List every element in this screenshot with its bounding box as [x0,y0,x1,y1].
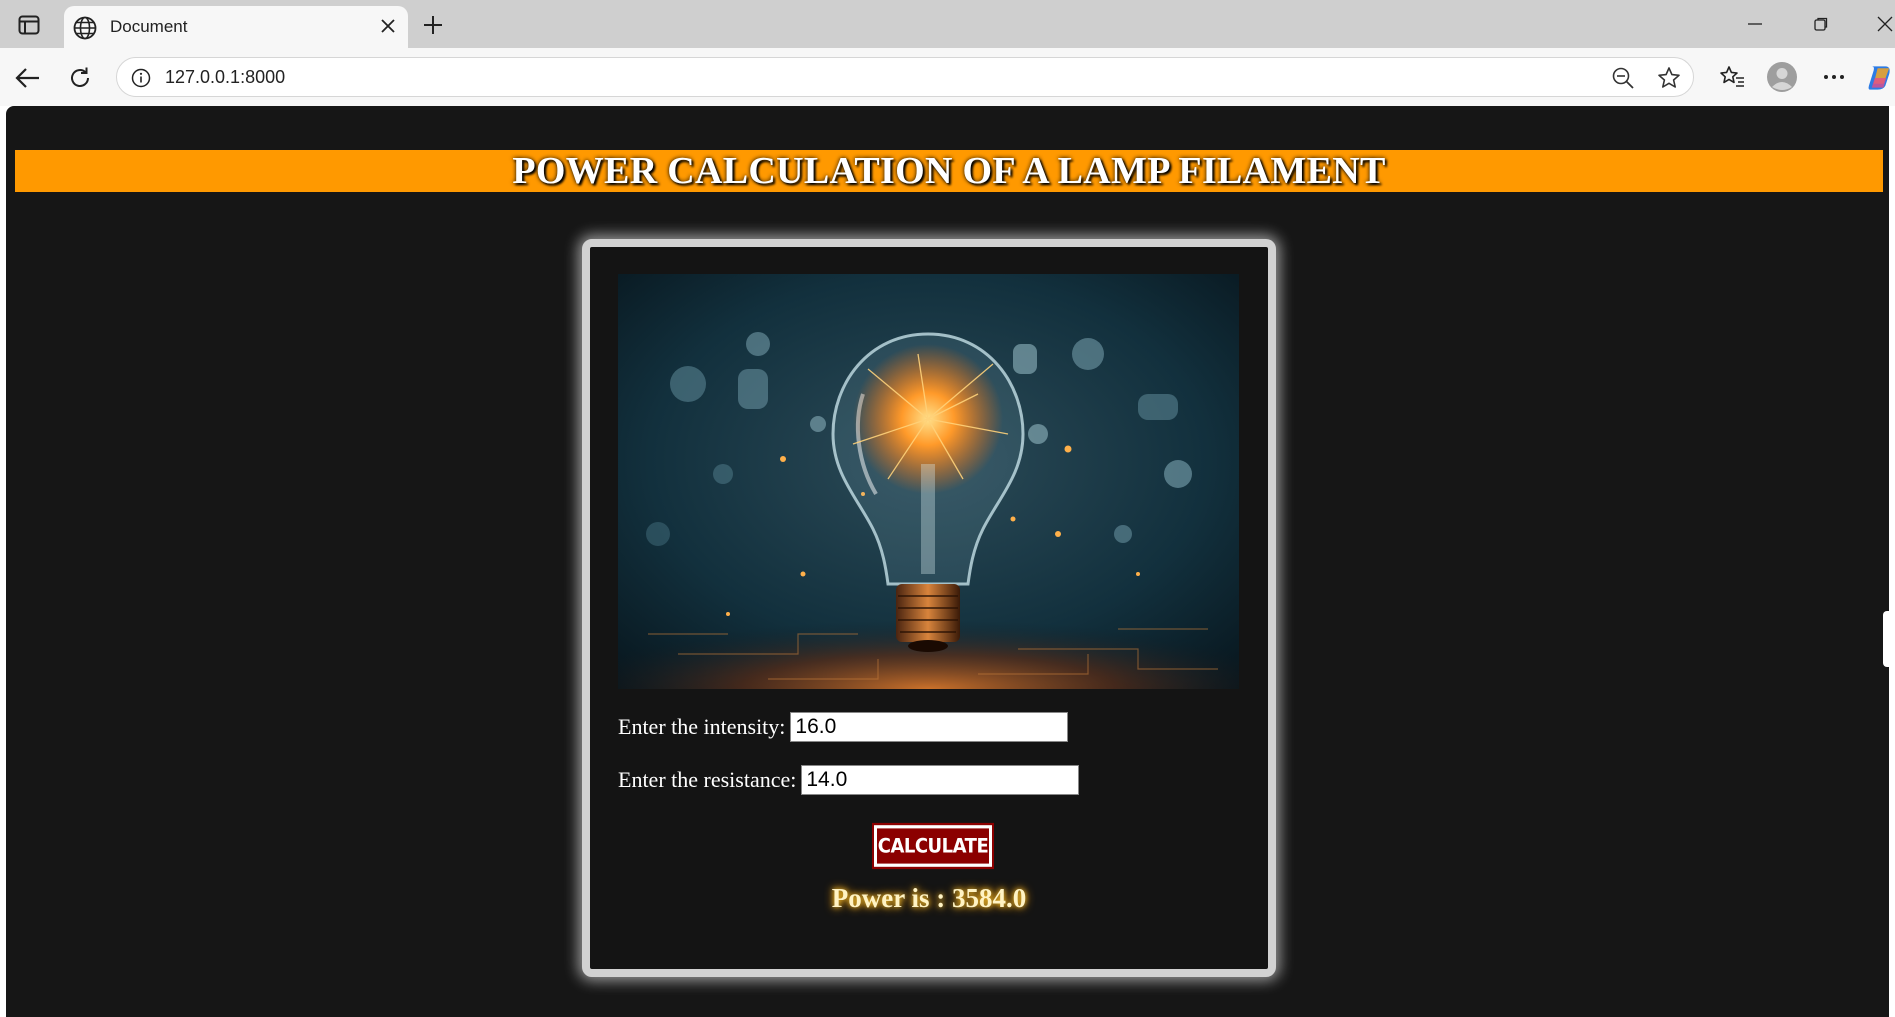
close-tab-icon[interactable] [378,16,398,36]
more-options-icon[interactable] [1816,60,1852,94]
side-panel-handle[interactable] [1883,611,1889,667]
power-result: Power is : 3584.0 [831,883,1027,913]
favorites-icon[interactable] [1714,60,1750,94]
intensity-row: Enter the intensity: [618,712,1069,742]
minimize-icon[interactable] [1740,10,1770,38]
close-window-icon[interactable] [1870,10,1895,38]
intensity-label: Enter the intensity: [618,714,786,739]
light-bulb-image [618,274,1239,689]
tab-title: Document [110,17,188,36]
url-text[interactable]: 127.0.0.1:8000 [165,67,285,88]
calculator-card: Enter the intensity: Enter the resistanc… [582,239,1276,977]
restore-icon[interactable] [1806,10,1836,38]
profile-avatar-icon[interactable] [1764,60,1800,94]
zoom-out-icon[interactable] [1611,66,1635,95]
calculate-button[interactable]: CALCULATE [872,822,994,870]
intensity-input[interactable] [790,712,1069,742]
copilot-icon[interactable] [1866,60,1895,94]
favorite-star-icon[interactable] [1657,66,1681,95]
back-arrow-icon[interactable] [12,62,44,94]
browser-tab[interactable]: Document [64,6,408,48]
site-info-icon[interactable] [131,68,151,93]
browser-tab-strip: Document [0,0,1895,48]
browser-toolbar: 127.0.0.1:8000 [0,48,1895,106]
refresh-icon[interactable] [64,62,96,94]
page-viewport: POWER CALCULATION OF A LAMP FILAMENT Ent… [6,106,1889,1017]
resistance-row: Enter the resistance: [618,765,1080,795]
page-title: POWER CALCULATION OF A LAMP FILAMENT [512,150,1386,192]
resistance-label: Enter the resistance: [618,767,797,792]
resistance-input[interactable] [801,765,1080,795]
globe-icon [72,15,98,46]
tab-actions-icon[interactable] [14,12,44,38]
address-bar[interactable]: 127.0.0.1:8000 [116,57,1694,97]
page-banner: POWER CALCULATION OF A LAMP FILAMENT [15,150,1883,192]
new-tab-icon[interactable] [418,10,448,40]
